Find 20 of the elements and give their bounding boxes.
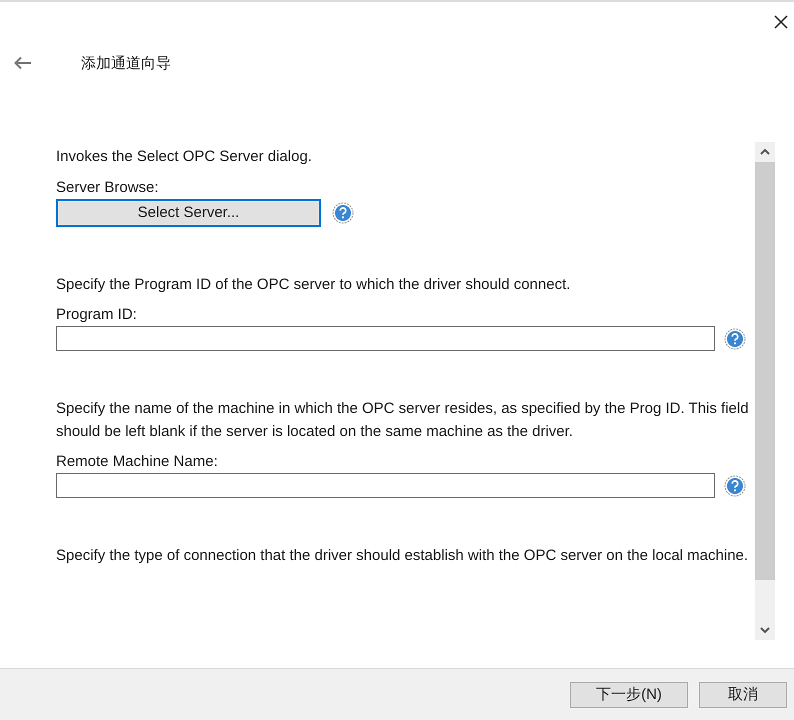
- window-title: 添加通道向导: [81, 54, 171, 72]
- back-arrow-icon[interactable]: [14, 56, 32, 70]
- description-text: Specify the Program ID of the OPC server to which the driver should connect.: [56, 274, 572, 294]
- help-icon[interactable]: [724, 474, 746, 496]
- description-text: Specify the type of connection that the driver should establish with the OPC server on the local machine.: [56, 546, 750, 566]
- help-icon[interactable]: [724, 328, 746, 350]
- select-server-button[interactable]: Select Server...: [56, 198, 321, 226]
- help-icon[interactable]: [332, 202, 354, 224]
- field-label: Server Browse:: [56, 178, 160, 198]
- field-label: Remote Machine Name:: [56, 452, 219, 472]
- field-label: Program ID:: [56, 305, 138, 325]
- description-text: Invokes the Select OPC Server dialog.: [56, 147, 313, 167]
- cancel-button[interactable]: 取消: [699, 682, 787, 708]
- scrollbar[interactable]: [755, 142, 775, 640]
- scrollbar-thumb[interactable]: [755, 162, 775, 580]
- close-icon[interactable]: [774, 15, 788, 29]
- next-button[interactable]: 下一步(N): [570, 682, 688, 708]
- description-text: Specify the name of the machine in which the OPC server resides, as specified by the Prog ID. This field should be left blank if the server is located on the same machine as the driver.: [56, 399, 750, 442]
- text-input-field[interactable]: [56, 326, 715, 351]
- text-input-field[interactable]: [56, 473, 715, 498]
